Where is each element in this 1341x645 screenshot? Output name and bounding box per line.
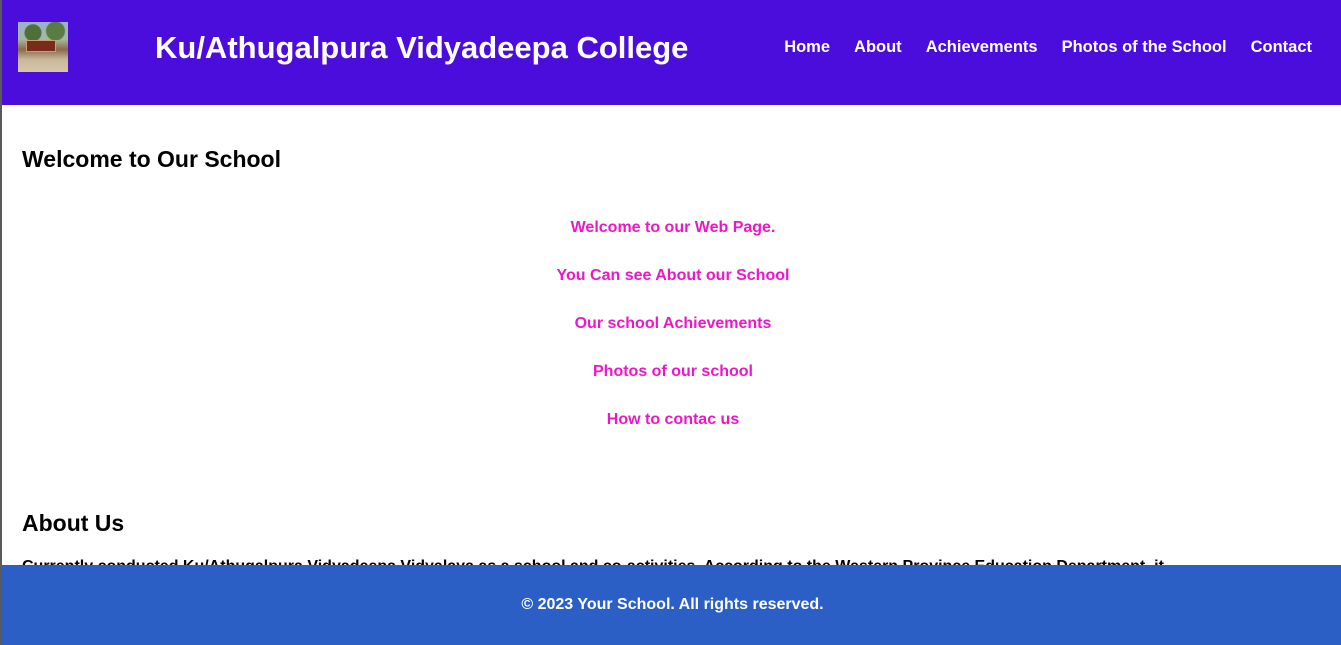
tree-shape: [18, 22, 68, 40]
school-logo-icon: [18, 22, 68, 72]
welcome-heading: Welcome to Our School: [22, 146, 281, 172]
copyright-text: © 2023 Your School. All rights reserved.: [521, 596, 824, 613]
nav-photos-link[interactable]: Photos of the School: [1062, 38, 1227, 57]
nav-achievements-link[interactable]: Achievements: [926, 38, 1038, 57]
main-nav: Home About Achievements Photos of the Sc…: [784, 38, 1312, 57]
contact-link[interactable]: How to contac us: [22, 410, 1324, 458]
site-header: Ku/Athugalpura Vidyadeepa College Home A…: [2, 0, 1341, 105]
photos-link[interactable]: Photos of our school: [22, 362, 1324, 410]
nav-contact-link[interactable]: Contact: [1251, 38, 1312, 57]
welcome-link[interactable]: Welcome to our Web Page.: [22, 218, 1324, 266]
nav-home-link[interactable]: Home: [784, 38, 830, 57]
school-sign-shape: [26, 40, 56, 52]
site-footer: © 2023 Your School. All rights reserved.: [2, 565, 1341, 645]
site-title: Ku/Athugalpura Vidyadeepa College: [155, 30, 689, 65]
about-heading: About Us: [22, 510, 125, 536]
about-school-link[interactable]: You Can see About our School: [22, 266, 1324, 314]
nav-about-link[interactable]: About: [854, 38, 902, 57]
welcome-link-list: Welcome to our Web Page. You Can see Abo…: [22, 218, 1324, 458]
achievements-link[interactable]: Our school Achievements: [22, 314, 1324, 362]
